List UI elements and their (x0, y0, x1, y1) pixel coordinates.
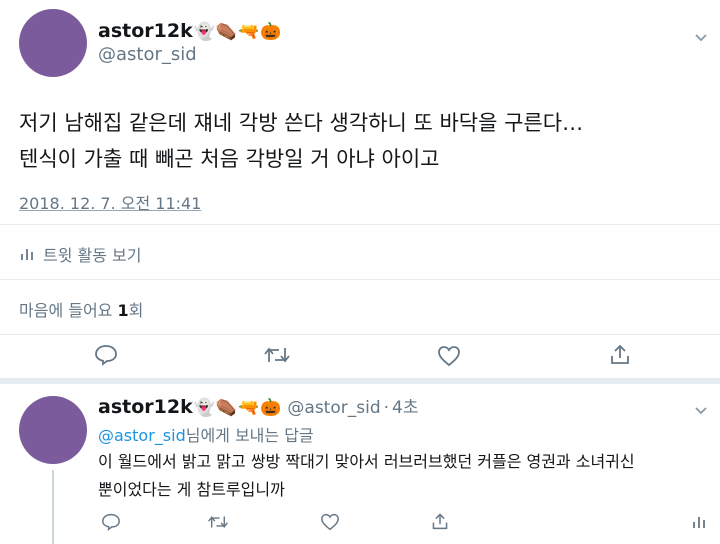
retweet-icon[interactable] (207, 514, 229, 530)
tweet-text-line: 저기 남해집 같은데 쟤네 각방 쓴다 생각하니 또 바닥을 구른다… (19, 111, 584, 135)
ghost-emoji: 👻 (193, 398, 215, 418)
display-name-text: astor12k (98, 20, 193, 42)
activity-label: 트윗 활동 보기 (43, 246, 142, 265)
reply-text-line: 이 월드에서 밝고 맑고 쌍방 짝대기 맞아서 러브러브했던 커플은 영권과 소… (98, 452, 635, 471)
reply-header: astor12k👻⚰️🔫🎃 @astor_sid · 4초 (98, 393, 418, 418)
divider (0, 279, 720, 280)
likes-label: 마음에 들어요 (19, 301, 113, 320)
reply-text: 이 월드에서 밝고 맑고 쌍방 짝대기 맞아서 러브러브했던 커플은 영권과 소… (98, 448, 635, 504)
share-icon[interactable] (609, 343, 631, 365)
tweet-activity-link[interactable]: 트윗 활동 보기 (19, 242, 142, 266)
divider (0, 334, 720, 335)
tweet-text-line: 텐식이 가출 때 빼곤 처음 각방일 거 아냐 아이고 (19, 147, 440, 171)
chevron-down-icon[interactable] (694, 28, 708, 47)
reply-display-name-text: astor12k (98, 396, 193, 418)
share-icon[interactable] (431, 512, 449, 530)
replying-to-suffix: 님에게 보내는 답글 (185, 426, 314, 445)
reply-icon[interactable] (94, 344, 118, 366)
separator-dot: · (383, 398, 390, 418)
like-heart-icon[interactable] (437, 345, 461, 367)
replying-to-handle[interactable]: @astor_sid (98, 426, 186, 445)
handle[interactable]: @astor_sid (98, 44, 197, 65)
jack-o-lantern-emoji: 🎃 (260, 398, 282, 418)
likes-count: 1 (117, 301, 129, 320)
thread-line (52, 470, 54, 544)
analytics-icon[interactable] (691, 514, 707, 530)
reply-time[interactable]: 4초 (392, 393, 418, 418)
tweet-text: 저기 남해집 같은데 쟤네 각방 쓴다 생각하니 또 바닥을 구른다… 텐식이 … (19, 105, 583, 177)
reply-handle[interactable]: @astor_sid (287, 398, 380, 418)
analytics-icon (19, 246, 35, 262)
reply-icon[interactable] (101, 513, 121, 531)
display-name[interactable]: astor12k👻⚰️🔫🎃 (98, 20, 281, 42)
water-pistol-emoji: 🔫 (238, 398, 260, 418)
reply-display-name[interactable]: astor12k👻⚰️🔫🎃 (98, 396, 281, 418)
avatar[interactable] (19, 9, 87, 77)
water-pistol-emoji: 🔫 (238, 22, 260, 42)
tweet-timestamp[interactable]: 2018. 12. 7. 오전 11:41 (19, 190, 201, 214)
coffin-emoji: ⚰️ (215, 22, 238, 42)
likes-unit: 회 (128, 301, 144, 320)
likes-count-row[interactable]: 마음에 들어요 1회 (19, 297, 143, 321)
jack-o-lantern-emoji: 🎃 (260, 22, 282, 42)
reply-avatar[interactable] (19, 396, 87, 464)
divider (0, 378, 720, 384)
chevron-down-icon[interactable] (694, 401, 708, 420)
coffin-emoji: ⚰️ (215, 398, 238, 418)
divider (0, 224, 720, 225)
reply-text-line: 뿐이었다는 게 참트루입니까 (98, 480, 285, 499)
retweet-icon[interactable] (263, 345, 291, 365)
ghost-emoji: 👻 (193, 22, 215, 42)
replying-to: @astor_sid님에게 보내는 답글 (98, 422, 314, 446)
like-heart-icon[interactable] (320, 513, 340, 531)
